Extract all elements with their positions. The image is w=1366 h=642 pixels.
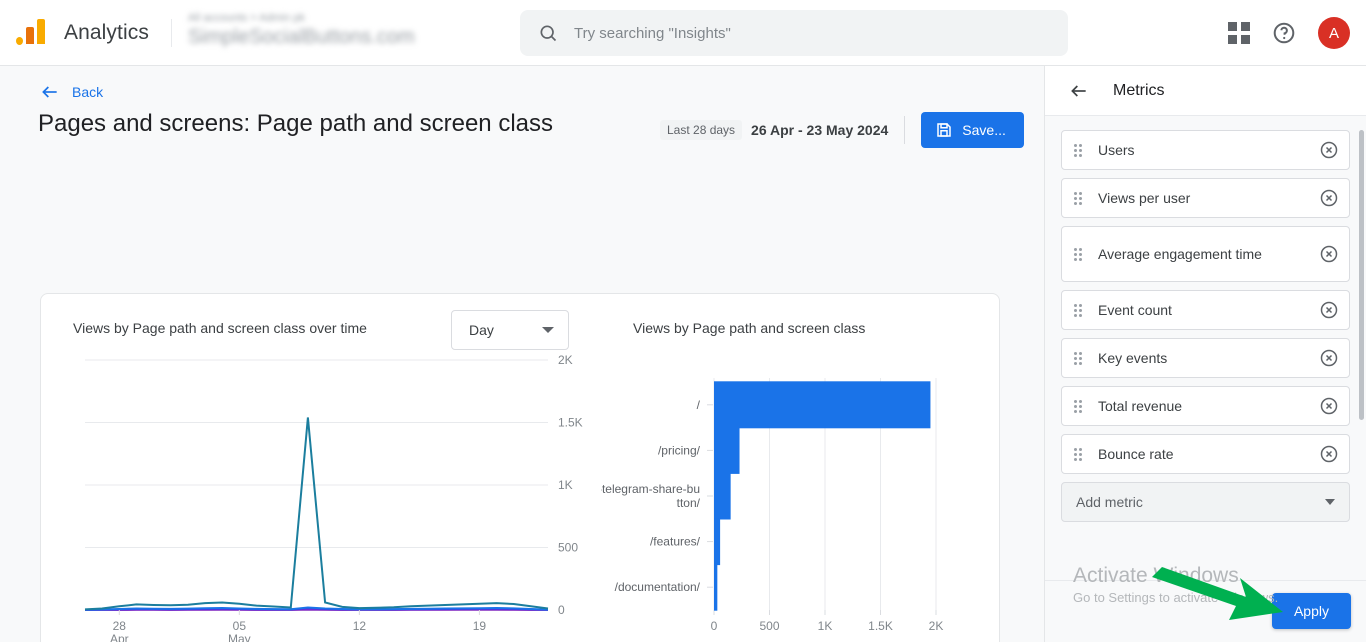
metric-label: Bounce rate <box>1098 445 1174 462</box>
account-selector[interactable]: All accounts > Admin pk SimpleSocialButt… <box>188 10 488 56</box>
drag-handle-icon[interactable] <box>1074 351 1084 365</box>
svg-text:1.5K: 1.5K <box>868 619 893 633</box>
metrics-panel-title: Metrics <box>1113 81 1165 99</box>
metric-label: Average engagement time <box>1098 245 1262 262</box>
svg-text:tton/: tton/ <box>677 496 701 510</box>
date-controls: Last 28 days 26 Apr - 23 May 2024 Save..… <box>660 110 1024 150</box>
drag-handle-icon[interactable] <box>1074 143 1084 157</box>
account-breadcrumb: All accounts > Admin pk <box>187 11 306 24</box>
metrics-panel-header: Metrics <box>1045 66 1366 116</box>
svg-text:/features/: /features/ <box>650 535 701 549</box>
back-button[interactable]: Back <box>40 82 103 102</box>
metric-row[interactable]: Key events <box>1061 338 1350 378</box>
apps-grid-icon[interactable] <box>1228 22 1250 44</box>
metric-row[interactable]: Bounce rate <box>1061 434 1350 474</box>
svg-text:May: May <box>228 632 251 642</box>
date-preset-chip[interactable]: Last 28 days <box>660 120 743 140</box>
svg-text:2K: 2K <box>558 353 573 367</box>
top-bar: Analytics All accounts > Admin pk Simple… <box>0 0 1366 66</box>
top-bar-actions: A <box>1228 0 1350 66</box>
remove-metric-icon[interactable] <box>1319 244 1339 264</box>
chevron-down-icon <box>1325 499 1335 505</box>
metric-row[interactable]: Average engagement time <box>1061 226 1350 282</box>
svg-text:500: 500 <box>759 619 779 633</box>
bar-chart-title: Views by Page path and screen class <box>633 320 866 336</box>
remove-metric-icon[interactable] <box>1319 444 1339 464</box>
avatar[interactable]: A <box>1318 17 1350 49</box>
apply-button[interactable]: Apply <box>1271 593 1351 629</box>
remove-metric-icon[interactable] <box>1319 300 1339 320</box>
metrics-list: Users Views per user Average engagement ti… <box>1045 116 1366 522</box>
svg-text:/add-telegram-share-bu: /add-telegram-share-bu <box>601 482 700 496</box>
svg-text:/documentation/: /documentation/ <box>615 580 701 594</box>
granularity-select[interactable]: Day <box>451 310 569 350</box>
drag-handle-icon[interactable] <box>1074 247 1084 261</box>
svg-text:Apr: Apr <box>110 632 129 642</box>
add-metric-label: Add metric <box>1076 494 1143 510</box>
svg-text:19: 19 <box>473 619 487 633</box>
granularity-value: Day <box>469 322 494 338</box>
svg-text:0: 0 <box>558 603 565 617</box>
back-label: Back <box>72 84 104 100</box>
metric-label: Users <box>1098 141 1135 158</box>
remove-metric-icon[interactable] <box>1319 188 1339 208</box>
brand-title: Analytics <box>64 20 149 44</box>
search-icon <box>540 25 557 42</box>
metric-row[interactable]: Views per user <box>1061 178 1350 218</box>
remove-metric-icon[interactable] <box>1319 396 1339 416</box>
metric-row[interactable]: Users <box>1061 130 1350 170</box>
drag-handle-icon[interactable] <box>1074 191 1084 205</box>
metric-label: Key events <box>1098 349 1168 366</box>
metric-label: Total revenue <box>1098 397 1183 414</box>
save-label: Save... <box>962 122 1006 138</box>
metric-row[interactable]: Total revenue <box>1061 386 1350 426</box>
svg-text:1.5K: 1.5K <box>558 416 583 430</box>
metric-label: Views per user <box>1098 189 1191 206</box>
svg-text:28: 28 <box>113 619 127 633</box>
drag-handle-icon[interactable] <box>1074 399 1084 413</box>
svg-text:2K: 2K <box>929 619 944 633</box>
line-chart-title: Views by Page path and screen class over… <box>73 320 367 336</box>
remove-metric-icon[interactable] <box>1319 348 1339 368</box>
save-button[interactable]: Save... <box>921 112 1024 148</box>
svg-text:1K: 1K <box>818 619 833 633</box>
drag-handle-icon[interactable] <box>1074 447 1084 461</box>
divider <box>170 18 172 47</box>
drag-handle-icon[interactable] <box>1074 303 1084 317</box>
panel-scrollbar[interactable] <box>1359 130 1364 420</box>
svg-text:05: 05 <box>233 619 247 633</box>
svg-text:500: 500 <box>558 541 578 555</box>
search-bar[interactable] <box>520 10 1068 56</box>
divider <box>904 116 906 144</box>
bar-chart: 0 500 1K 1.5K 2K / /pricing/ /add-telegram-shar… <box>601 378 944 633</box>
svg-text:1K: 1K <box>558 478 573 492</box>
account-property-name: SimpleSocialButtons.com <box>187 25 415 48</box>
chevron-down-icon <box>542 327 554 333</box>
apply-bar: Apply <box>1045 580 1366 642</box>
search-input[interactable] <box>574 24 1068 42</box>
line-chart: 0 500 1K 1.5K 2K 28Apr 05May 12 19 <box>84 353 583 642</box>
svg-text:0: 0 <box>711 619 718 633</box>
save-floppy-icon <box>937 123 952 137</box>
svg-text:/: / <box>697 398 701 412</box>
main-content: Back Pages and screens: Page path and sc… <box>0 66 1044 642</box>
back-arrow-icon <box>42 86 57 98</box>
back-arrow-icon[interactable] <box>1069 81 1089 101</box>
charts-card: Views by Page path and screen class over… <box>40 293 1000 642</box>
metrics-panel: Metrics Users Views per user Average engag… <box>1044 66 1366 642</box>
metric-row[interactable]: Event count <box>1061 290 1350 330</box>
help-circle-icon[interactable] <box>1272 21 1296 45</box>
remove-metric-icon[interactable] <box>1319 140 1339 160</box>
analytics-logo-icon <box>16 16 50 50</box>
metric-label: Event count <box>1098 301 1172 318</box>
svg-text:12: 12 <box>353 619 367 633</box>
date-range-label[interactable]: 26 Apr - 23 May 2024 <box>751 122 888 138</box>
page-title: Pages and screens: Page path and screen … <box>38 110 553 137</box>
svg-text:/pricing/: /pricing/ <box>658 443 701 457</box>
analytics-app: Analytics All accounts > Admin pk Simple… <box>0 0 1366 642</box>
add-metric-select[interactable]: Add metric <box>1061 482 1350 522</box>
